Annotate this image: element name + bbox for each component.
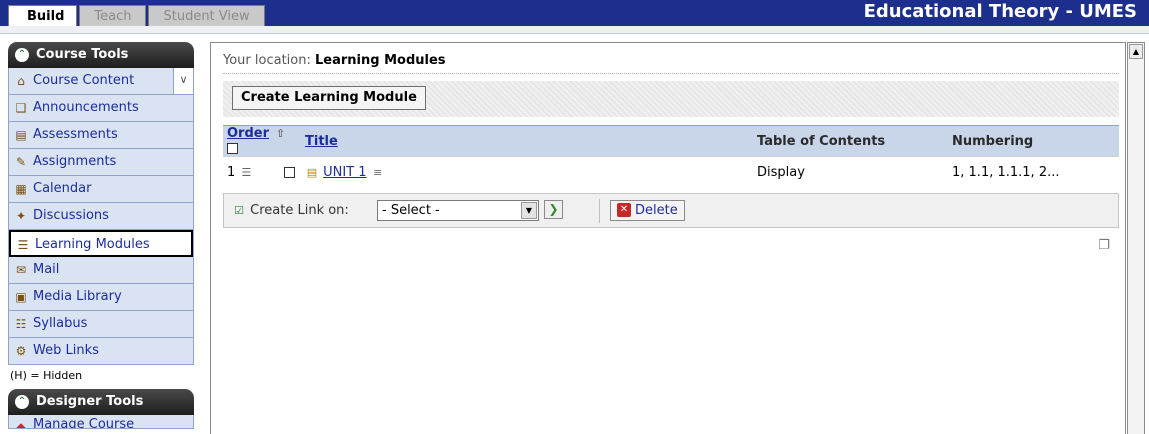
delete-icon: ✕ [617, 203, 631, 217]
select-all-checkbox[interactable] [227, 143, 238, 154]
sidebar-item-label: Discussions [33, 208, 109, 223]
course-title: Educational Theory - UMES [863, 1, 1137, 22]
assessment-icon: ▤ [15, 128, 27, 142]
divider [599, 199, 600, 223]
sidebar-item-assignments[interactable]: ✎ Assignments [9, 149, 193, 176]
mode-tabs: Build Teach Student View [8, 5, 267, 26]
course-tools-list: ⌂ Course Content ∨ ❑ Announcements ▤ Ass… [8, 68, 194, 365]
sidebar-item-label: Mail [33, 262, 60, 277]
breadcrumb: Your location: Learning Modules [223, 52, 1119, 74]
syllabus-icon: ☷ [15, 317, 27, 331]
megaphone-icon: ❑ [15, 101, 27, 115]
course-tools-header[interactable]: ⌃ Course Tools [8, 42, 194, 68]
sidebar-item-web-links[interactable]: ⚙ Web Links [9, 338, 193, 365]
location-prefix: Your location: [223, 53, 311, 68]
sidebar-item-label: Assignments [33, 154, 117, 169]
sidebar-item-label: Assessments [33, 127, 118, 142]
create-learning-module-button[interactable]: Create Learning Module [232, 86, 426, 110]
sidebar-item-label: Course Content [33, 73, 135, 88]
toc-header: Table of Contents [753, 125, 948, 157]
sidebar-item-label: Web Links [33, 343, 99, 358]
sidebar-item-calendar[interactable]: ▦ Calendar [9, 176, 193, 203]
sidebar-item-assessments[interactable]: ▤ Assessments [9, 122, 193, 149]
sort-ascending-icon: ⇧ [275, 126, 286, 140]
table-header-row: Order ⇧ Title Table of Contents Numberin… [223, 125, 1119, 157]
order-header[interactable]: Order ⇧ [223, 125, 301, 157]
sidebar-item-course-content[interactable]: ⌂ Course Content ∨ [9, 68, 193, 95]
calendar-icon: ▦ [15, 182, 27, 196]
collapse-chevron-icon: ⌃ [15, 395, 29, 409]
sidebar-item-label: Manage Course [33, 417, 135, 429]
main-panel: Your location: Learning Modules Create L… [210, 42, 1126, 434]
toc-cell: Display [753, 156, 948, 189]
tab-student-view[interactable]: Student View [148, 5, 265, 26]
title-cell: ▤ UNIT 1 ≡ [301, 156, 753, 189]
reorder-icon[interactable]: ☰ [239, 166, 253, 180]
designer-tools-title: Designer Tools [36, 394, 144, 409]
vertical-scrollbar[interactable]: ▲ [1127, 42, 1145, 434]
tab-teach[interactable]: Teach [79, 5, 147, 26]
sidebar-item-label: Calendar [33, 181, 92, 196]
copy-icon[interactable]: ❐ [1096, 238, 1112, 254]
sidebar-item-label: Media Library [33, 289, 122, 304]
sidebar-item-label: Announcements [33, 100, 139, 115]
media-library-icon: ▣ [15, 290, 27, 304]
top-navigation-bar: Build Teach Student View Educational The… [0, 0, 1149, 26]
modules-table: Order ⇧ Title Table of Contents Numberin… [223, 125, 1119, 189]
create-link-select[interactable]: - Select - ▼ [377, 200, 539, 221]
delete-button[interactable]: ✕ Delete [610, 200, 685, 221]
table-footer-actions: ☑ Create Link on: - Select - ▼ ❯ ✕ Delet… [223, 193, 1119, 228]
sidebar-item-learning-modules[interactable]: ☰ Learning Modules [9, 230, 193, 257]
sidebar-item-discussions[interactable]: ✦ Discussions [9, 203, 193, 230]
sidebar-item-syllabus[interactable]: ☷ Syllabus [9, 311, 193, 338]
sidebar-item-label: Learning Modules [35, 237, 150, 252]
house-icon: ⌂ [17, 74, 25, 88]
tab-build[interactable]: Build [8, 5, 78, 26]
action-menu-icon[interactable]: ≡ [371, 166, 385, 180]
order-cell: 1 ☰ [223, 156, 301, 189]
numbering-cell: 1, 1.1, 1.1.1, 2... [948, 156, 1119, 189]
title-header[interactable]: Title [301, 125, 753, 157]
sidebar-item-manage-course[interactable]: ◆ Manage Course [9, 415, 193, 429]
designer-tools-header[interactable]: ⌃ Designer Tools [8, 389, 194, 415]
sidebar-item-mail[interactable]: ✉ Mail [9, 257, 193, 284]
go-button[interactable]: ❯ [544, 200, 563, 219]
collapse-chevron-icon: ⌃ [15, 48, 29, 62]
order-value: 1 [227, 165, 236, 181]
delete-label: Delete [635, 203, 678, 218]
sidebar: ⌃ Course Tools ⌂ Course Content ∨ ❑ Anno… [8, 42, 194, 429]
create-link-label: ☑ Create Link on: [232, 202, 349, 220]
sidebar-item-media-library[interactable]: ▣ Media Library [9, 284, 193, 311]
manage-course-icon: ◆ [16, 420, 26, 429]
learning-modules-icon: ☰ [17, 238, 29, 252]
module-title-link[interactable]: UNIT 1 [323, 165, 366, 180]
mail-icon: ✉ [15, 263, 27, 277]
discussions-icon: ✦ [15, 209, 27, 223]
location-current: Learning Modules [315, 53, 446, 68]
order-sort-link[interactable]: Order [227, 126, 269, 141]
scroll-up-arrow-icon[interactable]: ▲ [1129, 44, 1143, 59]
select-value: - Select - [382, 203, 440, 218]
numbering-header: Numbering [948, 125, 1119, 157]
course-tools-title: Course Tools [36, 47, 129, 62]
action-toolbar: Create Learning Module [223, 81, 1119, 117]
sidebar-item-label: Syllabus [33, 316, 88, 331]
hidden-legend: (H) = Hidden [10, 369, 83, 382]
assignment-icon: ✎ [15, 155, 27, 169]
table-row: 1 ☰ ▤ UNIT 1 ≡ Display 1, 1.1, 1.1.1, 2.… [223, 156, 1119, 189]
web-links-icon: ⚙ [15, 344, 27, 358]
sidebar-item-announcements[interactable]: ❑ Announcements [9, 95, 193, 122]
top-divider-strip [0, 26, 1149, 34]
expand-menu-icon[interactable]: ∨ [173, 68, 193, 94]
designer-tools-list: ◆ Manage Course [8, 415, 194, 429]
row-checkbox[interactable] [283, 167, 295, 179]
create-link-icon: ☑ [234, 203, 244, 217]
module-icon: ▤ [306, 165, 318, 179]
create-link-text: Create Link on: [250, 203, 349, 218]
dropdown-arrow-icon[interactable]: ▼ [521, 202, 537, 219]
